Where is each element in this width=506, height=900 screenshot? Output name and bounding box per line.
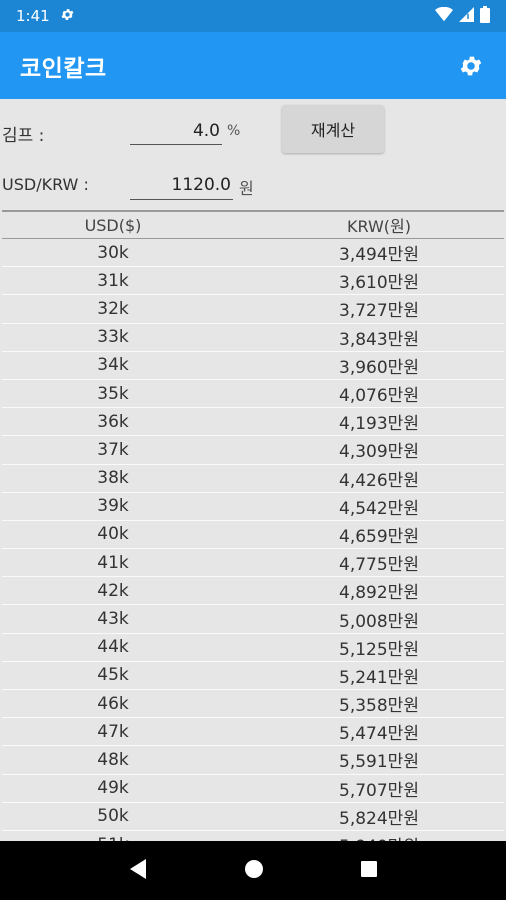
kimp-input[interactable]: 4.0 [130,115,222,145]
krw-cell: 5,707만원 [339,780,419,801]
settings-gear-icon[interactable] [456,51,486,81]
usd-cell: 38k [97,468,129,489]
krw-cell: 5,824만원 [339,808,419,829]
krw-cell: 4,892만원 [339,583,419,604]
status-gear-icon [60,7,75,26]
conversion-table: USD($) KRW(원) 30k 3,494만원 31k 3,610만원 32k 3,7… [2,210,504,841]
krw-cell: 5,241만원 [339,667,419,688]
kimp-label: 김프 : [2,126,45,146]
krw-cell: 4,775만원 [339,555,419,576]
table-row: 39k 4,542만원 [2,493,504,521]
usd-cell: 34k [97,355,129,376]
table-row: 51k5,940만원 [2,831,504,841]
usd-cell: 46k [97,693,129,714]
usd-cell: 44k [97,637,129,658]
table-header: USD($) KRW(원) [2,210,504,239]
table-row: 37k 4,309만원 [2,436,504,465]
krw-cell: 4,309만원 [339,442,419,463]
status-icons [435,5,490,27]
usd-krw-unit: 원 [239,179,254,198]
back-icon[interactable] [128,858,148,884]
status-time: 1:41 [16,7,50,25]
krw-cell: 4,076만원 [339,386,419,407]
table-row: 41k 4,775만원 [2,549,504,578]
usd-cell: 47k [97,721,129,742]
krw-cell: 3,610만원 [339,273,419,294]
recents-icon[interactable] [360,860,378,882]
table-row: 30k 3,494만원 [2,239,504,268]
krw-cell: 5,591만원 [339,752,419,773]
table-row: 38k 4,426만원 [2,465,504,493]
table-row: 48k 5,591만원 [2,746,504,775]
kimp-unit: % [227,123,241,139]
krw-cell: 5,358만원 [339,696,419,717]
wifi-icon [435,6,453,26]
usd-cell: 32k [97,298,129,319]
table-row: 31k 3,610만원 [2,267,504,296]
krw-cell: 5,125만원 [339,639,419,660]
usd-cell: 42k [97,580,129,601]
usd-cell: 37k [97,439,129,460]
home-icon[interactable] [244,859,264,883]
usd-cell: 49k [97,778,129,799]
usd-cell: 31k [97,270,129,291]
table-row: 50k 5,824만원 [2,803,504,831]
krw-cell: 5,940만원 [224,832,504,841]
header-usd: USD($) [84,215,142,235]
header-krw: KRW(원) [347,217,411,236]
table-row: 40k 4,659만원 [2,521,504,550]
table-row: 32k 3,727만원 [2,295,504,324]
krw-cell: 3,960만원 [339,357,419,378]
krw-cell: 5,008만원 [339,611,419,632]
usd-cell: 40k [97,524,129,545]
usd-cell: 33k [97,327,129,348]
krw-cell: 4,542만원 [339,498,419,519]
usd-cell: 35k [97,383,129,404]
rate-row: USD/KRW : 1120.0 원 [0,167,506,211]
table-row: 49k 5,707만원 [2,775,504,803]
usd-cell: 39k [97,496,129,517]
krw-cell: 3,727만원 [339,301,419,322]
usd-cell: 30k [97,242,129,263]
krw-cell: 4,193만원 [339,414,419,435]
kimp-row: 김프 : 4.0 % 재계산 [0,105,506,157]
table-row: 46k 5,358만원 [2,690,504,719]
usd-krw-input[interactable]: 1120.0 [130,169,233,200]
navigation-bar [0,841,506,900]
krw-cell: 3,494만원 [339,245,419,266]
table-body[interactable]: 30k 3,494만원 31k 3,610만원 32k 3,727만원 33k 3,843만원… [2,239,504,841]
signal-icon [459,6,474,26]
usd-cell: 45k [97,665,129,686]
usd-cell: 48k [97,749,129,770]
table-row: 44k 5,125만원 [2,634,504,662]
usd-cell: 50k [97,806,129,827]
usd-cell: 43k [97,609,129,630]
krw-cell: 5,474만원 [339,724,419,745]
battery-icon [480,5,490,27]
table-row: 45k 5,241만원 [2,662,504,690]
app-bar: 코인칼크 [0,32,506,99]
table-row: 34k 3,960만원 [2,352,504,380]
krw-cell: 4,659만원 [339,526,419,547]
table-row: 35k 4,076만원 [2,380,504,409]
status-bar: 1:41 [0,0,506,32]
table-row: 43k 5,008만원 [2,605,504,634]
recalculate-button[interactable]: 재계산 [282,105,384,153]
table-row: 47k 5,474만원 [2,718,504,747]
main-content: 김프 : 4.0 % 재계산 USD/KRW : 1120.0 원 USD($)… [0,99,506,841]
usd-cell: 41k [97,552,129,573]
usd-krw-label: USD/KRW : [2,175,89,194]
table-row: 36k 4,193만원 [2,408,504,437]
app-title: 코인칼크 [20,55,107,82]
table-row: 33k 3,843만원 [2,324,504,352]
table-row: 42k 4,892만원 [2,577,504,606]
usd-cell: 36k [97,411,129,432]
krw-cell: 3,843만원 [339,329,419,350]
krw-cell: 4,426만원 [339,470,419,491]
